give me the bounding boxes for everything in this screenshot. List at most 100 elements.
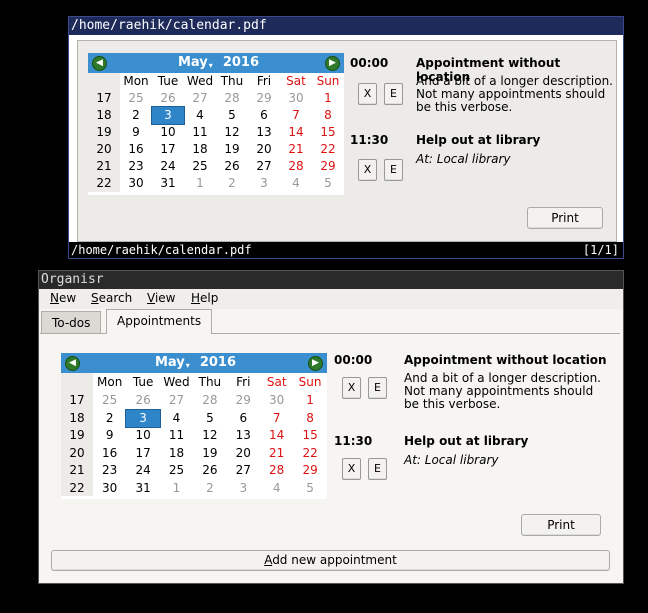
menu-view[interactable]: View [147, 291, 175, 305]
calendar-day[interactable]: 15 [293, 427, 326, 445]
calendar-day[interactable]: 20 [227, 445, 260, 463]
calendar-day[interactable]: 26 [193, 462, 226, 480]
calendar-day[interactable]: 29 [227, 392, 260, 410]
edit-appointment-button[interactable]: E [384, 83, 403, 105]
calendar-day[interactable]: 26 [152, 90, 184, 107]
calendar-day[interactable]: 22 [312, 141, 344, 158]
calendar-day[interactable]: 5 [293, 480, 326, 498]
calendar-day[interactable]: 16 [93, 445, 126, 463]
calendar-day[interactable]: 1 [184, 175, 216, 192]
calendar-day[interactable]: 21 [260, 445, 293, 463]
calendar-day[interactable]: 27 [184, 90, 216, 107]
tab-appointments[interactable]: Appointments [106, 309, 213, 334]
calendar-day[interactable]: 17 [152, 141, 184, 158]
edit-appointment-button[interactable]: E [368, 377, 387, 399]
month-dropdown-icon[interactable]: ▾ [209, 61, 213, 70]
calendar-day[interactable]: 25 [93, 392, 126, 410]
month-dropdown-icon[interactable]: ▾ [186, 361, 190, 370]
menu-search[interactable]: Search [91, 291, 132, 305]
calendar-day[interactable]: 27 [160, 392, 193, 410]
calendar-day[interactable]: 5 [312, 175, 344, 192]
calendar-day[interactable]: 6 [248, 107, 280, 124]
calendar-day[interactable]: 2 [193, 480, 226, 498]
calendar-day[interactable]: 4 [260, 480, 293, 498]
calendar-day[interactable]: 16 [120, 141, 152, 158]
calendar-day[interactable]: 23 [120, 158, 152, 175]
calendar-year[interactable]: 2016 [223, 55, 259, 70]
calendar-day[interactable]: 25 [120, 90, 152, 107]
edit-appointment-button[interactable]: E [368, 458, 387, 480]
calendar-day[interactable]: 27 [227, 462, 260, 480]
calendar-day[interactable]: 10 [126, 427, 159, 445]
calendar-day[interactable]: 23 [93, 462, 126, 480]
calendar-day[interactable]: 8 [293, 410, 326, 428]
delete-appointment-button[interactable]: X [342, 377, 361, 399]
prev-month-icon[interactable]: ◀ [92, 56, 107, 71]
delete-appointment-button[interactable]: X [358, 83, 377, 105]
calendar-day[interactable]: 22 [293, 445, 326, 463]
calendar-day[interactable]: 27 [248, 158, 280, 175]
menu-help[interactable]: Help [191, 291, 218, 305]
calendar-day[interactable]: 17 [126, 445, 159, 463]
calendar-day[interactable]: 15 [312, 124, 344, 141]
calendar-day[interactable]: 3 [248, 175, 280, 192]
calendar-day[interactable]: 30 [120, 175, 152, 192]
calendar-day[interactable]: 1 [160, 480, 193, 498]
calendar-day[interactable]: 26 [126, 392, 159, 410]
calendar-day[interactable]: 11 [184, 124, 216, 141]
calendar-day[interactable]: 8 [312, 107, 344, 124]
calendar-day[interactable]: 2 [216, 175, 248, 192]
calendar-day[interactable]: 26 [216, 158, 248, 175]
calendar-day[interactable]: 4 [280, 175, 312, 192]
calendar-day[interactable]: 3 [227, 480, 260, 498]
calendar-day[interactable]: 29 [293, 462, 326, 480]
calendar-day[interactable]: 19 [193, 445, 226, 463]
calendar-day[interactable]: 7 [280, 107, 312, 124]
calendar-day[interactable]: 3 [125, 408, 161, 429]
calendar-day[interactable]: 1 [312, 90, 344, 107]
calendar-day[interactable]: 5 [216, 107, 248, 124]
calendar-day[interactable]: 13 [227, 427, 260, 445]
calendar-day[interactable]: 1 [293, 392, 326, 410]
calendar-day[interactable]: 2 [93, 410, 126, 428]
calendar-day[interactable]: 4 [160, 410, 193, 428]
calendar-day[interactable]: 13 [248, 124, 280, 141]
calendar-day[interactable]: 4 [184, 107, 216, 124]
calendar-day[interactable]: 19 [216, 141, 248, 158]
calendar-day[interactable]: 18 [160, 445, 193, 463]
calendar-day[interactable]: 10 [152, 124, 184, 141]
calendar-day[interactable]: 11 [160, 427, 193, 445]
calendar-day[interactable]: 30 [280, 90, 312, 107]
calendar-day[interactable]: 25 [160, 462, 193, 480]
calendar-day[interactable]: 7 [260, 410, 293, 428]
calendar-day[interactable]: 14 [280, 124, 312, 141]
organisr-calendar[interactable]: ◀ ▶ May▾ 2016 Mon Tue Wed Thu Fri Sat Sun 17 25 26 27 2… [61, 353, 327, 499]
next-month-icon[interactable]: ▶ [308, 356, 323, 371]
organisr-print-button[interactable]: Print [521, 514, 601, 536]
prev-month-icon[interactable]: ◀ [65, 356, 80, 371]
calendar-day[interactable]: 29 [248, 90, 280, 107]
delete-appointment-button[interactable]: X [358, 159, 377, 181]
calendar-day[interactable]: 6 [227, 410, 260, 428]
calendar-day[interactable]: 24 [126, 462, 159, 480]
menu-new[interactable]: New [50, 291, 76, 305]
calendar-day[interactable]: 12 [193, 427, 226, 445]
calendar-month[interactable]: May [155, 355, 185, 370]
next-month-icon[interactable]: ▶ [325, 56, 340, 71]
calendar-day[interactable]: 20 [248, 141, 280, 158]
calendar-day[interactable]: 31 [126, 480, 159, 498]
calendar-day[interactable]: 21 [280, 141, 312, 158]
calendar-year[interactable]: 2016 [200, 355, 236, 370]
calendar-day[interactable]: 30 [260, 392, 293, 410]
calendar-day[interactable]: 3 [151, 106, 185, 125]
edit-appointment-button[interactable]: E [384, 159, 403, 181]
calendar-day[interactable]: 28 [193, 392, 226, 410]
calendar-month[interactable]: May [178, 55, 208, 70]
calendar-day[interactable]: 2 [120, 107, 152, 124]
calendar-day[interactable]: 30 [93, 480, 126, 498]
calendar-day[interactable]: 5 [193, 410, 226, 428]
calendar-day[interactable]: 28 [280, 158, 312, 175]
calendar-day[interactable]: 31 [152, 175, 184, 192]
calendar-day[interactable]: 28 [260, 462, 293, 480]
delete-appointment-button[interactable]: X [342, 458, 361, 480]
